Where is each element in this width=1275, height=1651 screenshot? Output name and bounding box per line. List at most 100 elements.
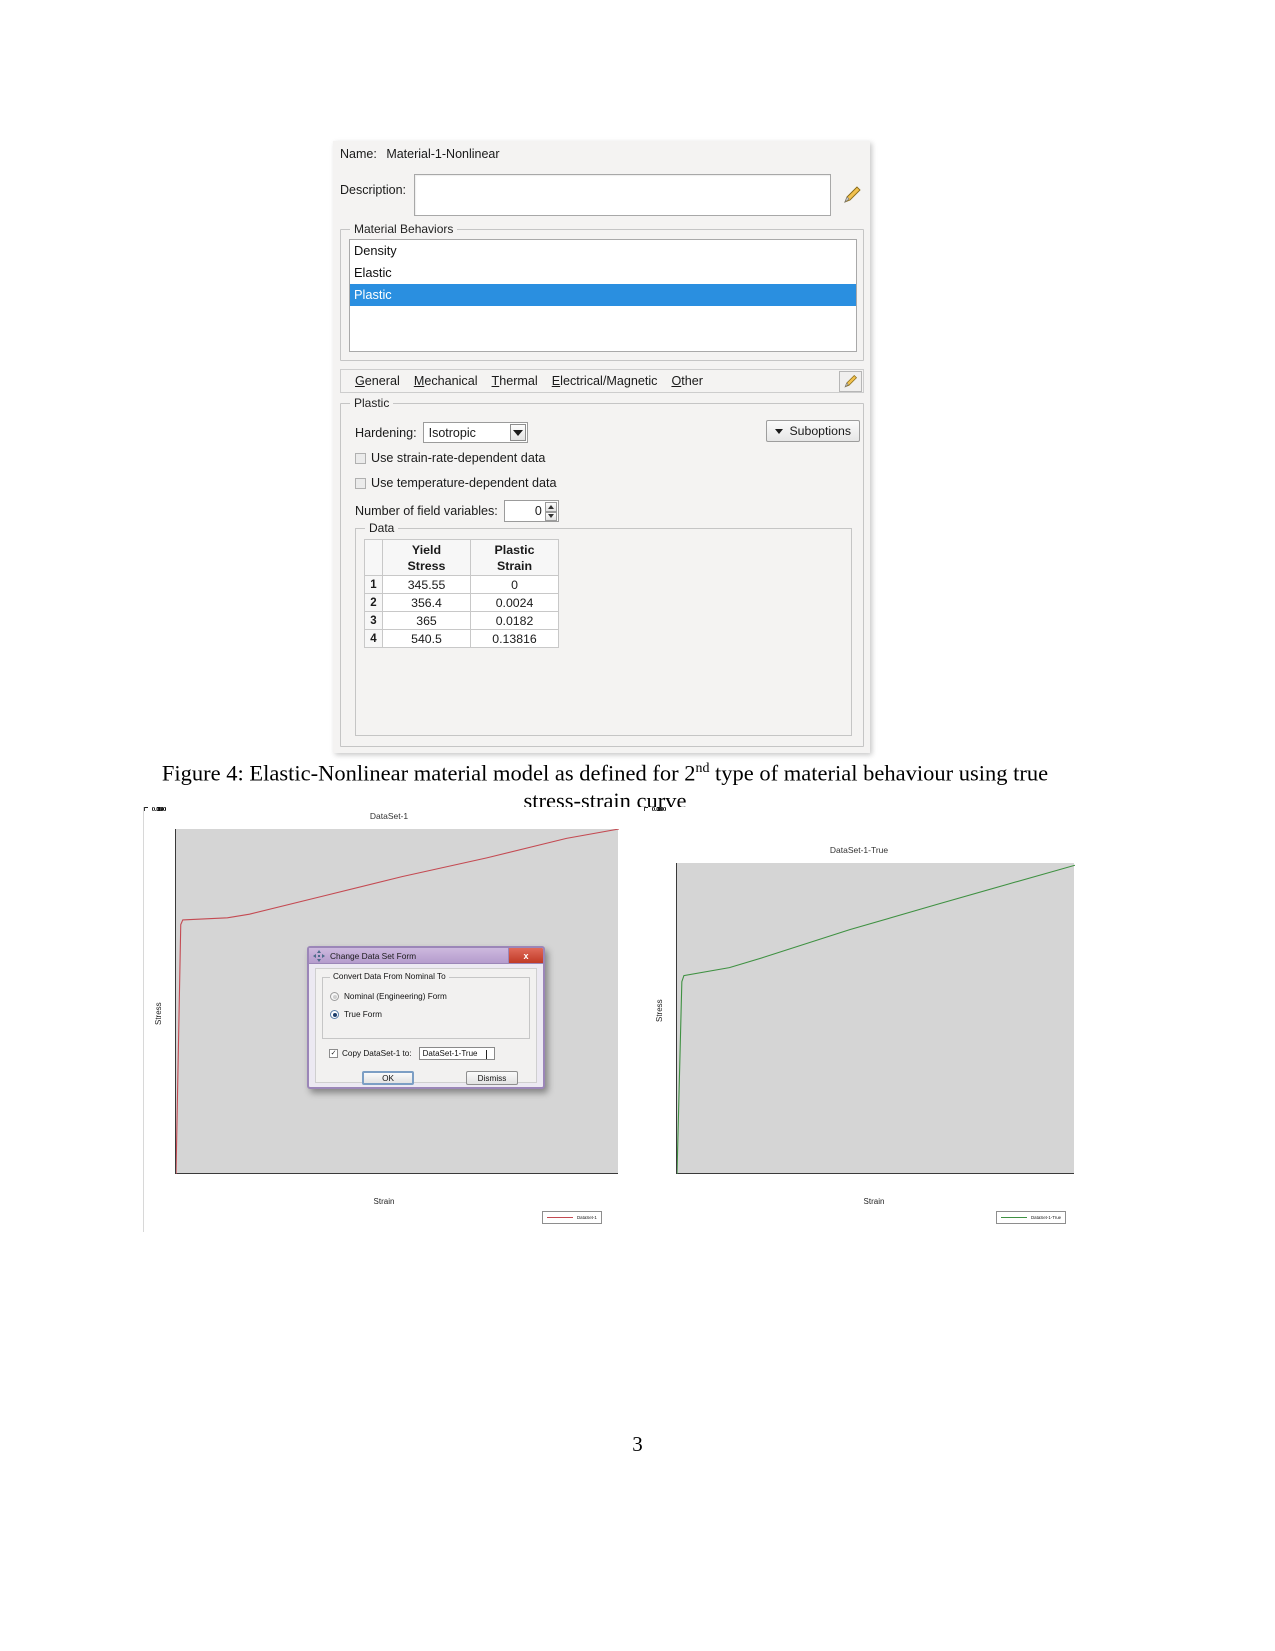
move-icon — [313, 949, 325, 962]
row-number: 2 — [364, 593, 383, 612]
menu-mechanical-rest: echanical — [424, 374, 478, 388]
behavior-item-plastic[interactable]: Plastic — [350, 284, 856, 306]
menu-item-general[interactable]: General — [355, 374, 400, 388]
table-corner-cell — [364, 539, 383, 576]
cell-plastic-strain[interactable]: 0.13816 — [470, 629, 559, 648]
menu-mechanical-mnemonic: M — [413, 374, 425, 388]
menu-item-other[interactable]: Other — [671, 374, 703, 388]
checkbox-icon — [355, 452, 366, 464]
radio-true-label: True Form — [344, 1010, 382, 1019]
row-number: 1 — [364, 575, 383, 594]
menu-other-mnemonic: O — [671, 374, 682, 388]
close-icon[interactable]: x — [508, 948, 543, 963]
cell-yield-stress[interactable]: 356.4 — [382, 593, 471, 612]
menu-general-mnemonic: G — [355, 374, 365, 388]
legend-label-true: DataSet-1-True — [1031, 1215, 1062, 1220]
suboptions-label: Suboptions — [789, 424, 851, 438]
data-group: Data Yield Stress Plastic Strain 1 345.5… — [355, 521, 852, 736]
chevron-down-icon[interactable] — [509, 424, 526, 441]
row-number: 3 — [364, 611, 383, 630]
field-variables-label: Number of field variables: — [355, 504, 498, 518]
cell-yield-stress[interactable]: 365 — [382, 611, 471, 630]
y-axis-label-true: Stress — [655, 999, 664, 1022]
plot-line-true — [677, 864, 1075, 1174]
cell-yield-stress[interactable]: 540.5 — [382, 629, 471, 648]
strain-rate-dependent-checkbox[interactable]: Use strain-rate-dependent data — [355, 451, 545, 465]
cell-plastic-strain[interactable]: 0.0024 — [470, 593, 559, 612]
material-name-label: Name: — [340, 147, 377, 161]
menu-item-mechanical[interactable]: Mechanical — [414, 374, 478, 388]
table-row[interactable]: 2 356.4 0.0024 — [364, 593, 559, 612]
table-header-row: Yield Stress Plastic Strain — [364, 539, 559, 576]
x-top-minor-tickmark — [144, 807, 145, 809]
copy-dataset-input[interactable]: DataSet-1-True — [418, 1047, 495, 1060]
chart-title-nominal: DataSet-1 — [369, 811, 409, 821]
chevron-down-icon — [775, 428, 784, 434]
y-axis-label-nominal: Stress — [154, 1002, 163, 1025]
x-tick-label: 0.12 — [651, 807, 663, 813]
convert-group: Convert Data From Nominal To Nominal (En… — [322, 972, 530, 1039]
stepper-up-icon[interactable] — [544, 502, 557, 512]
hardening-select[interactable]: Isotropic — [422, 422, 528, 443]
strain-rate-dependent-label: Use strain-rate-dependent data — [371, 451, 546, 465]
copy-dataset-checkbox[interactable]: ✓ — [329, 1049, 338, 1058]
material-name-value: Material-1-Nonlinear — [386, 147, 500, 161]
chart-title-true: DataSet-1-True — [829, 845, 889, 855]
hardening-value: Isotropic — [428, 425, 476, 440]
description-row: Description: — [340, 174, 864, 216]
pencil-icon — [844, 186, 861, 204]
menu-edit-button[interactable] — [839, 371, 862, 392]
temperature-dependent-label: Use temperature-dependent data — [371, 476, 557, 490]
x-top-minor-tickmark — [644, 807, 645, 809]
radio-true-form[interactable]: True Form — [330, 1010, 382, 1019]
four-arrow-icon — [313, 949, 325, 962]
hardening-row: Hardening: Isotropic — [355, 422, 528, 443]
material-behaviors-list[interactable]: Density Elastic Plastic — [349, 239, 857, 352]
text-caret — [485, 1050, 487, 1059]
dialog-titlebar[interactable]: Change Data Set Form x — [309, 948, 543, 964]
ok-button[interactable]: OK — [362, 1071, 414, 1085]
menu-item-thermal[interactable]: Thermal — [492, 374, 538, 388]
table-row[interactable]: 1 345.55 0 — [364, 575, 559, 594]
temperature-dependent-checkbox[interactable]: Use temperature-dependent data — [355, 476, 557, 490]
cell-plastic-strain[interactable]: 0.0182 — [470, 611, 559, 630]
dismiss-button[interactable]: Dismiss — [466, 1071, 518, 1085]
radio-icon — [330, 992, 339, 1001]
cell-yield-stress[interactable]: 345.55 — [382, 575, 471, 594]
radio-nominal-form[interactable]: Nominal (Engineering) Form — [330, 992, 447, 1001]
description-input[interactable] — [414, 174, 832, 216]
description-edit-button[interactable] — [840, 183, 864, 207]
cell-plastic-strain[interactable]: 0 — [470, 575, 559, 594]
plastic-data-table[interactable]: Yield Stress Plastic Strain 1 345.55 0 2… — [364, 539, 559, 648]
legend-label-nominal: DataSet-1 — [577, 1215, 597, 1220]
stepper-down-icon[interactable] — [544, 511, 557, 521]
plastic-group: Plastic Hardening: Isotropic Suboptions … — [340, 396, 864, 747]
material-menu-bar: General Mechanical Thermal Electrical/Ma… — [340, 369, 864, 393]
plastic-group-title: Plastic — [350, 396, 394, 410]
plot-axes-true — [676, 863, 1075, 1174]
copy-dataset-value: DataSet-1-True — [422, 1049, 478, 1058]
material-behaviors-title: Material Behaviors — [350, 222, 458, 236]
field-variables-row: Number of field variables: 0 — [355, 500, 559, 522]
field-variables-stepper[interactable]: 0 — [503, 500, 559, 522]
suboptions-button[interactable]: Suboptions — [766, 420, 860, 442]
menu-thermal-rest: hermal — [499, 374, 538, 388]
checkbox-icon — [355, 477, 366, 489]
legend-swatch-icon — [547, 1216, 573, 1219]
column-header-yield-stress: Yield Stress — [382, 539, 471, 576]
radio-icon-selected — [330, 1010, 339, 1019]
data-group-title: Data — [365, 521, 399, 535]
plastic-strain-line1: Plastic — [494, 542, 535, 557]
copy-dataset-row: ✓ Copy DataSet-1 to: DataSet-1-True — [329, 1047, 495, 1060]
stepper-arrows[interactable] — [544, 502, 557, 521]
table-row[interactable]: 3 365 0.0182 — [364, 611, 559, 630]
hardening-label: Hardening: — [355, 425, 417, 440]
behavior-item-elastic[interactable]: Elastic — [350, 262, 856, 284]
copy-dataset-label: Copy DataSet-1 to: — [342, 1049, 412, 1058]
table-row[interactable]: 4 540.5 0.13816 — [364, 629, 559, 648]
menu-item-electrical-magnetic[interactable]: Electrical/Magnetic — [552, 374, 658, 388]
behavior-item-density[interactable]: Density — [350, 240, 856, 262]
legend-true: DataSet-1-True — [996, 1211, 1067, 1224]
material-behaviors-group: Material Behaviors Density Elastic Plast… — [340, 222, 864, 361]
plastic-strain-line2: Strain — [496, 558, 533, 573]
